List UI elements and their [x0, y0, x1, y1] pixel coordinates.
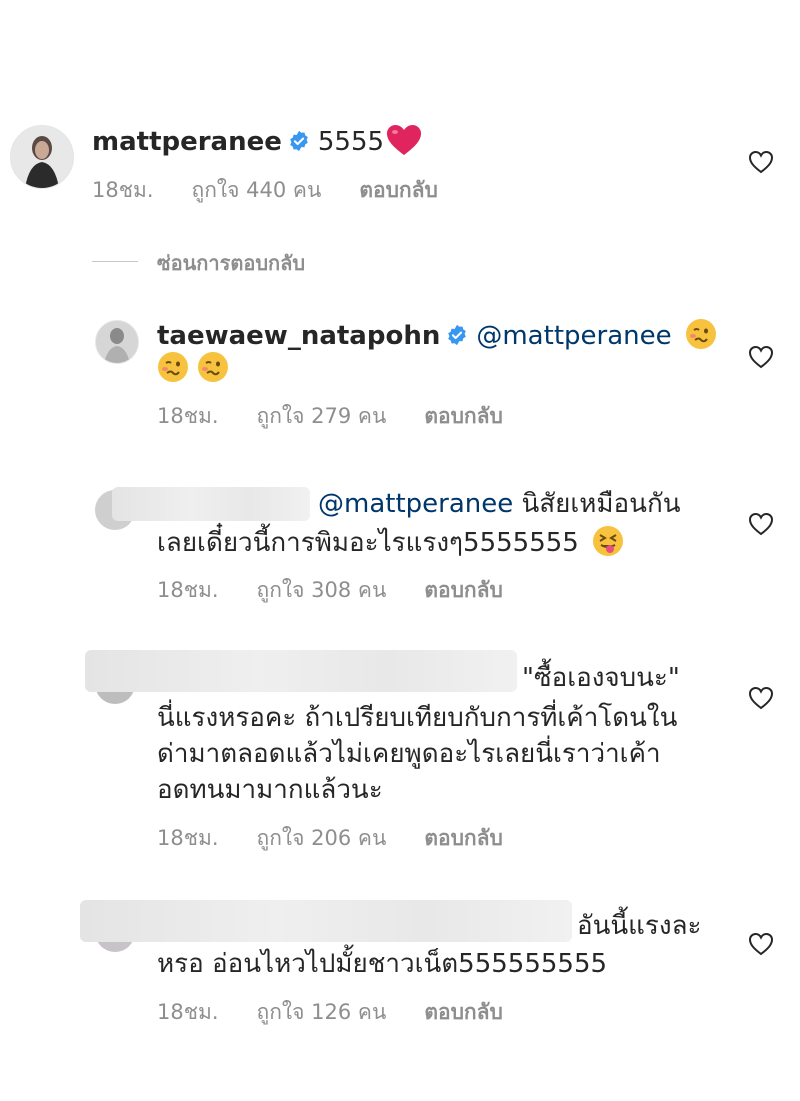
comment-time[interactable]: 18ชม.	[92, 178, 154, 202]
reply-button[interactable]: ตอบกลับ	[424, 826, 503, 850]
comment-line: mattperanee 5555	[92, 124, 422, 158]
heart-outline-icon[interactable]	[748, 345, 774, 369]
comment-line: เลยเดี๋ยวนี้การพิมอะไรแรงๆ5555555	[157, 526, 623, 559]
comment-line: taewaew_natapohn @mattperanee	[157, 319, 716, 352]
reply-button[interactable]: ตอบกลับ	[424, 404, 503, 428]
blurred-username	[80, 900, 572, 942]
comment-meta: 18ชม. ถูกใจ 440 คน ตอบกลับ	[92, 174, 476, 207]
red-heart-emoji	[387, 125, 422, 155]
comment-text: 5555	[317, 127, 385, 157]
woozy-face-emoji	[198, 352, 228, 382]
reply-button[interactable]: ตอบกลับ	[359, 178, 438, 202]
mention-link[interactable]: @mattperanee	[318, 489, 513, 519]
comment-time[interactable]: 18ชม.	[157, 1000, 219, 1024]
hide-replies-button[interactable]: ซ่อนการตอบกลับ	[157, 247, 305, 279]
mention-link[interactable]: @mattperanee	[476, 321, 671, 351]
comment-line: @mattperanee นิสัยเหมือนกัน	[318, 488, 680, 520]
squinting-tongue-emoji	[592, 526, 623, 556]
comment-likes[interactable]: ถูกใจ 440 คน	[192, 178, 322, 202]
comment-meta: 18ชม. ถูกใจ 308 คน ตอบกลับ	[157, 574, 541, 607]
comment-username[interactable]: mattperanee	[92, 127, 282, 157]
heart-outline-icon[interactable]	[748, 512, 774, 536]
comment-text: ด่ามาตลอดแล้วไม่เคยพูดอะไรเลยนี่เราว่าเค…	[157, 739, 661, 769]
blurred-username	[112, 487, 310, 521]
comment-text: นี่แรงหรอคะ ถ้าเปรียบเทียบกับการที่เค้าโ…	[157, 703, 678, 733]
comment-line: ด่ามาตลอดแล้วไม่เคยพูดอะไรเลยนี่เราว่าเค…	[157, 738, 661, 770]
comment-time[interactable]: 18ชม.	[157, 826, 219, 850]
comment-likes[interactable]: ถูกใจ 308 คน	[257, 578, 387, 602]
comment-text: อันนี้แรงละ	[577, 911, 702, 941]
comment-meta: 18ชม. ถูกใจ 279 คน ตอบกลับ	[157, 400, 541, 433]
comment-time[interactable]: 18ชม.	[157, 578, 219, 602]
woozy-face-emoji	[685, 319, 716, 349]
comment-username[interactable]: taewaew_natapohn	[157, 321, 440, 351]
comment-text: หรอ อ่อนไหวไปมั้ยชาวเน็ต555555555	[157, 949, 608, 979]
comment-meta: 18ชม. ถูกใจ 126 คน ตอบกลับ	[157, 996, 541, 1029]
heart-outline-icon[interactable]	[748, 686, 774, 710]
divider	[92, 261, 138, 262]
comment-likes[interactable]: ถูกใจ 126 คน	[257, 1000, 387, 1024]
comment-text: นิสัยเหมือนกัน	[521, 489, 681, 519]
comment-text: "ซื้อเองจบนะ"	[522, 663, 680, 693]
avatar-taewaew-natapohn[interactable]	[95, 320, 139, 364]
verified-badge-icon	[448, 324, 467, 346]
comment-line: "ซื้อเองจบนะ"	[522, 662, 680, 694]
comment-likes[interactable]: ถูกใจ 206 คน	[257, 826, 387, 850]
comment-time[interactable]: 18ชม.	[157, 404, 219, 428]
woozy-face-emoji	[158, 352, 188, 382]
comment-line: อันนี้แรงละ	[577, 910, 701, 942]
comment-line: นี่แรงหรอคะ ถ้าเปรียบเทียบกับการที่เค้าโ…	[157, 702, 677, 734]
comment-likes[interactable]: ถูกใจ 279 คน	[257, 404, 387, 428]
verified-badge-icon	[290, 130, 308, 152]
comment-line	[150, 352, 228, 385]
avatar-mattperanee[interactable]	[10, 125, 74, 189]
comment-meta: 18ชม. ถูกใจ 206 คน ตอบกลับ	[157, 822, 541, 855]
comment-text: อดทนมามากแล้วนะ	[157, 775, 383, 805]
reply-button[interactable]: ตอบกลับ	[424, 578, 503, 602]
heart-outline-icon[interactable]	[748, 150, 774, 174]
comment-text: เลยเดี๋ยวนี้การพิมอะไรแรงๆ5555555	[157, 528, 579, 558]
comment-line: อดทนมามากแล้วนะ	[157, 774, 383, 806]
reply-button[interactable]: ตอบกลับ	[424, 1000, 503, 1024]
heart-outline-icon[interactable]	[748, 932, 774, 956]
comment-line: หรอ อ่อนไหวไปมั้ยชาวเน็ต555555555	[157, 948, 607, 980]
avatar-photo	[96, 321, 138, 363]
blurred-username	[85, 650, 517, 692]
avatar-photo	[11, 126, 73, 188]
